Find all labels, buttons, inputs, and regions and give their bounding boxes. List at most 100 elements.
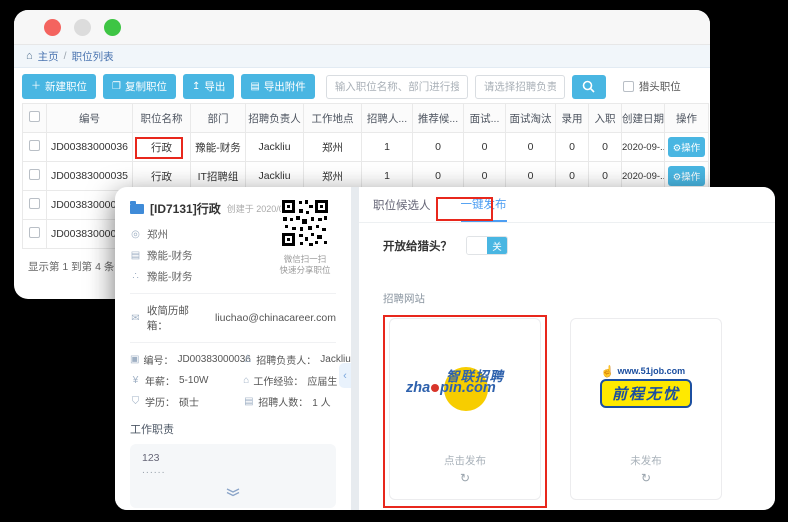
- zhaopin-red-dot: [431, 384, 439, 392]
- duties-section-title: 工作职责: [130, 421, 336, 437]
- row-checkbox[interactable]: [29, 227, 40, 238]
- detail-panel: [ID7131]行政 创建于 2020/09 微信扫一扫: [115, 187, 351, 510]
- breadcrumb-current: 职位列表: [72, 49, 114, 64]
- qr-code: [281, 199, 329, 247]
- detail-location: 郑州: [147, 227, 168, 242]
- cell-interview[interactable]: 0: [464, 133, 506, 162]
- cell-onboard[interactable]: 0: [589, 133, 622, 162]
- owner-select-input[interactable]: [475, 75, 565, 99]
- row-action-button[interactable]: ⚙操作: [668, 166, 706, 186]
- chevron-left-icon: ‹: [343, 370, 347, 382]
- copy-icon: ❐: [112, 82, 121, 92]
- collapse-panel-handle[interactable]: ‹: [339, 363, 351, 388]
- briefcase-icon: ⌂: [243, 375, 249, 386]
- cell-dept: 豫能-财务: [191, 133, 246, 162]
- row-action-button[interactable]: ⚙操作: [668, 137, 706, 157]
- field-label: 编号：: [143, 352, 173, 367]
- maximize-button[interactable]: [104, 19, 121, 36]
- field-value: 1 人: [312, 394, 330, 409]
- cell-id: JD00383000036: [47, 133, 133, 162]
- zhaopin-publish-card[interactable]: 智联招聘 zhapin.com 点击发布 ↻: [389, 318, 541, 500]
- action-label: 操作: [681, 143, 700, 154]
- select-all-checkbox[interactable]: [29, 111, 40, 122]
- resume-email-label: 收简历邮箱：: [147, 303, 209, 333]
- home-icon: ⌂: [26, 50, 33, 62]
- search-input[interactable]: [326, 75, 468, 99]
- recruitment-sites-title: 招聘网站: [383, 291, 751, 306]
- envelope-icon: ✉: [130, 313, 141, 324]
- field-value: JD00383000036: [177, 354, 250, 365]
- search-button[interactable]: [572, 75, 606, 99]
- cell-hired[interactable]: 0: [556, 133, 589, 162]
- col-created[interactable]: 创建日期: [622, 104, 665, 133]
- row-checkbox[interactable]: [29, 169, 40, 180]
- refresh-icon[interactable]: ↻: [641, 471, 651, 485]
- minimize-button[interactable]: [74, 19, 91, 36]
- document-icon: ▤: [243, 396, 254, 407]
- row-checkbox[interactable]: [29, 198, 40, 209]
- export-attachments-label: 导出附件: [264, 79, 306, 94]
- headhunter-toggle[interactable]: 关: [466, 236, 508, 255]
- search-icon: [582, 80, 595, 93]
- col-onboard[interactable]: 入职: [589, 104, 622, 133]
- position-detail-overlay: [ID7131]行政 创建于 2020/09 微信扫一扫: [115, 187, 775, 510]
- zhaopin-logo-en: zhapin.com: [406, 380, 496, 396]
- cell-id: JD00383000035: [47, 162, 133, 191]
- field-value: 应届生: [307, 373, 337, 388]
- cell-created: 2020-09-...: [622, 133, 665, 162]
- action-label: 操作: [681, 172, 700, 183]
- col-location[interactable]: 工作地点: [304, 104, 362, 133]
- file-icon: ▤: [250, 82, 259, 92]
- headhunter-filter[interactable]: 猎头职位: [623, 79, 681, 94]
- new-position-button[interactable]: ＋ 新建职位: [22, 74, 96, 99]
- field-value: 硕士: [179, 394, 199, 409]
- cell-recommend[interactable]: 0: [413, 133, 464, 162]
- job51-logo: ☝ www.51job.com 前程无忧: [600, 365, 692, 408]
- headhunter-checkbox[interactable]: [623, 81, 634, 92]
- field-label: 工作经验：: [253, 373, 303, 388]
- close-button[interactable]: [44, 19, 61, 36]
- col-interview-out[interactable]: 面试淘汰: [506, 104, 556, 133]
- building-icon: ▤: [130, 250, 141, 261]
- breadcrumb-home[interactable]: 主页: [38, 49, 59, 64]
- field-label: 招聘负责人：: [256, 352, 316, 367]
- col-owner[interactable]: 招聘负责人: [246, 104, 304, 133]
- detail-dept: 豫能-财务: [147, 248, 193, 263]
- table-row: JD00383000036 行政 豫能-财务 Jackliu 郑州 1 0 0 …: [23, 133, 709, 162]
- cell-interview-out[interactable]: 0: [506, 133, 556, 162]
- copy-position-label: 复制职位: [125, 79, 167, 94]
- col-dept[interactable]: 部门: [191, 104, 246, 133]
- col-recommend[interactable]: 推荐候...: [413, 104, 464, 133]
- row-checkbox[interactable]: [29, 140, 40, 151]
- copy-position-button[interactable]: ❐ 复制职位: [103, 74, 176, 99]
- breadcrumb: ⌂ 主页 / 职位列表: [14, 44, 710, 68]
- col-action: 操作: [665, 104, 709, 133]
- zhaopin-logo: 智联招聘 zhapin.com: [406, 365, 524, 407]
- expand-chevron-icon[interactable]: [142, 484, 324, 502]
- duties-content-box: 123 ......: [130, 444, 336, 508]
- job51-publish-card[interactable]: ☝ www.51job.com 前程无忧 未发布 ↻: [570, 318, 722, 500]
- field-label: 学历：: [145, 394, 175, 409]
- col-interview[interactable]: 面试...: [464, 104, 506, 133]
- toolbar: ＋ 新建职位 ❐ 复制职位 ↥ 导出 ▤ 导出附件 猎头职位: [22, 74, 702, 99]
- zhaopin-status: 点击发布: [444, 453, 486, 468]
- export-attachments-button[interactable]: ▤ 导出附件: [241, 74, 314, 99]
- export-button[interactable]: ↥ 导出: [183, 74, 234, 99]
- tab-one-click-publish[interactable]: 一键发布: [461, 187, 507, 222]
- col-hired[interactable]: 录用: [556, 104, 589, 133]
- tab-candidates[interactable]: 职位候选人: [373, 187, 431, 222]
- qr-caption-line2: 快速分享职位: [272, 265, 338, 276]
- graduation-cap-icon: ⛉: [130, 396, 141, 407]
- id-card-icon: ▣: [130, 354, 139, 365]
- col-title[interactable]: 职位名称: [133, 104, 191, 133]
- refresh-icon[interactable]: ↻: [460, 471, 470, 485]
- duties-line1: 123: [142, 452, 324, 464]
- col-hires[interactable]: 招聘人...: [362, 104, 413, 133]
- yen-icon: ¥: [130, 375, 141, 386]
- user-icon: ♙: [243, 354, 252, 365]
- publish-panel: 职位候选人 一键发布 开放给猎头？ 关 招聘网站 智联招聘 z: [359, 187, 775, 510]
- col-id[interactable]: 编号: [47, 104, 133, 133]
- duties-line2: ......: [142, 464, 324, 476]
- field-value: 5-10W: [179, 375, 208, 386]
- position-link[interactable]: 行政: [133, 133, 191, 162]
